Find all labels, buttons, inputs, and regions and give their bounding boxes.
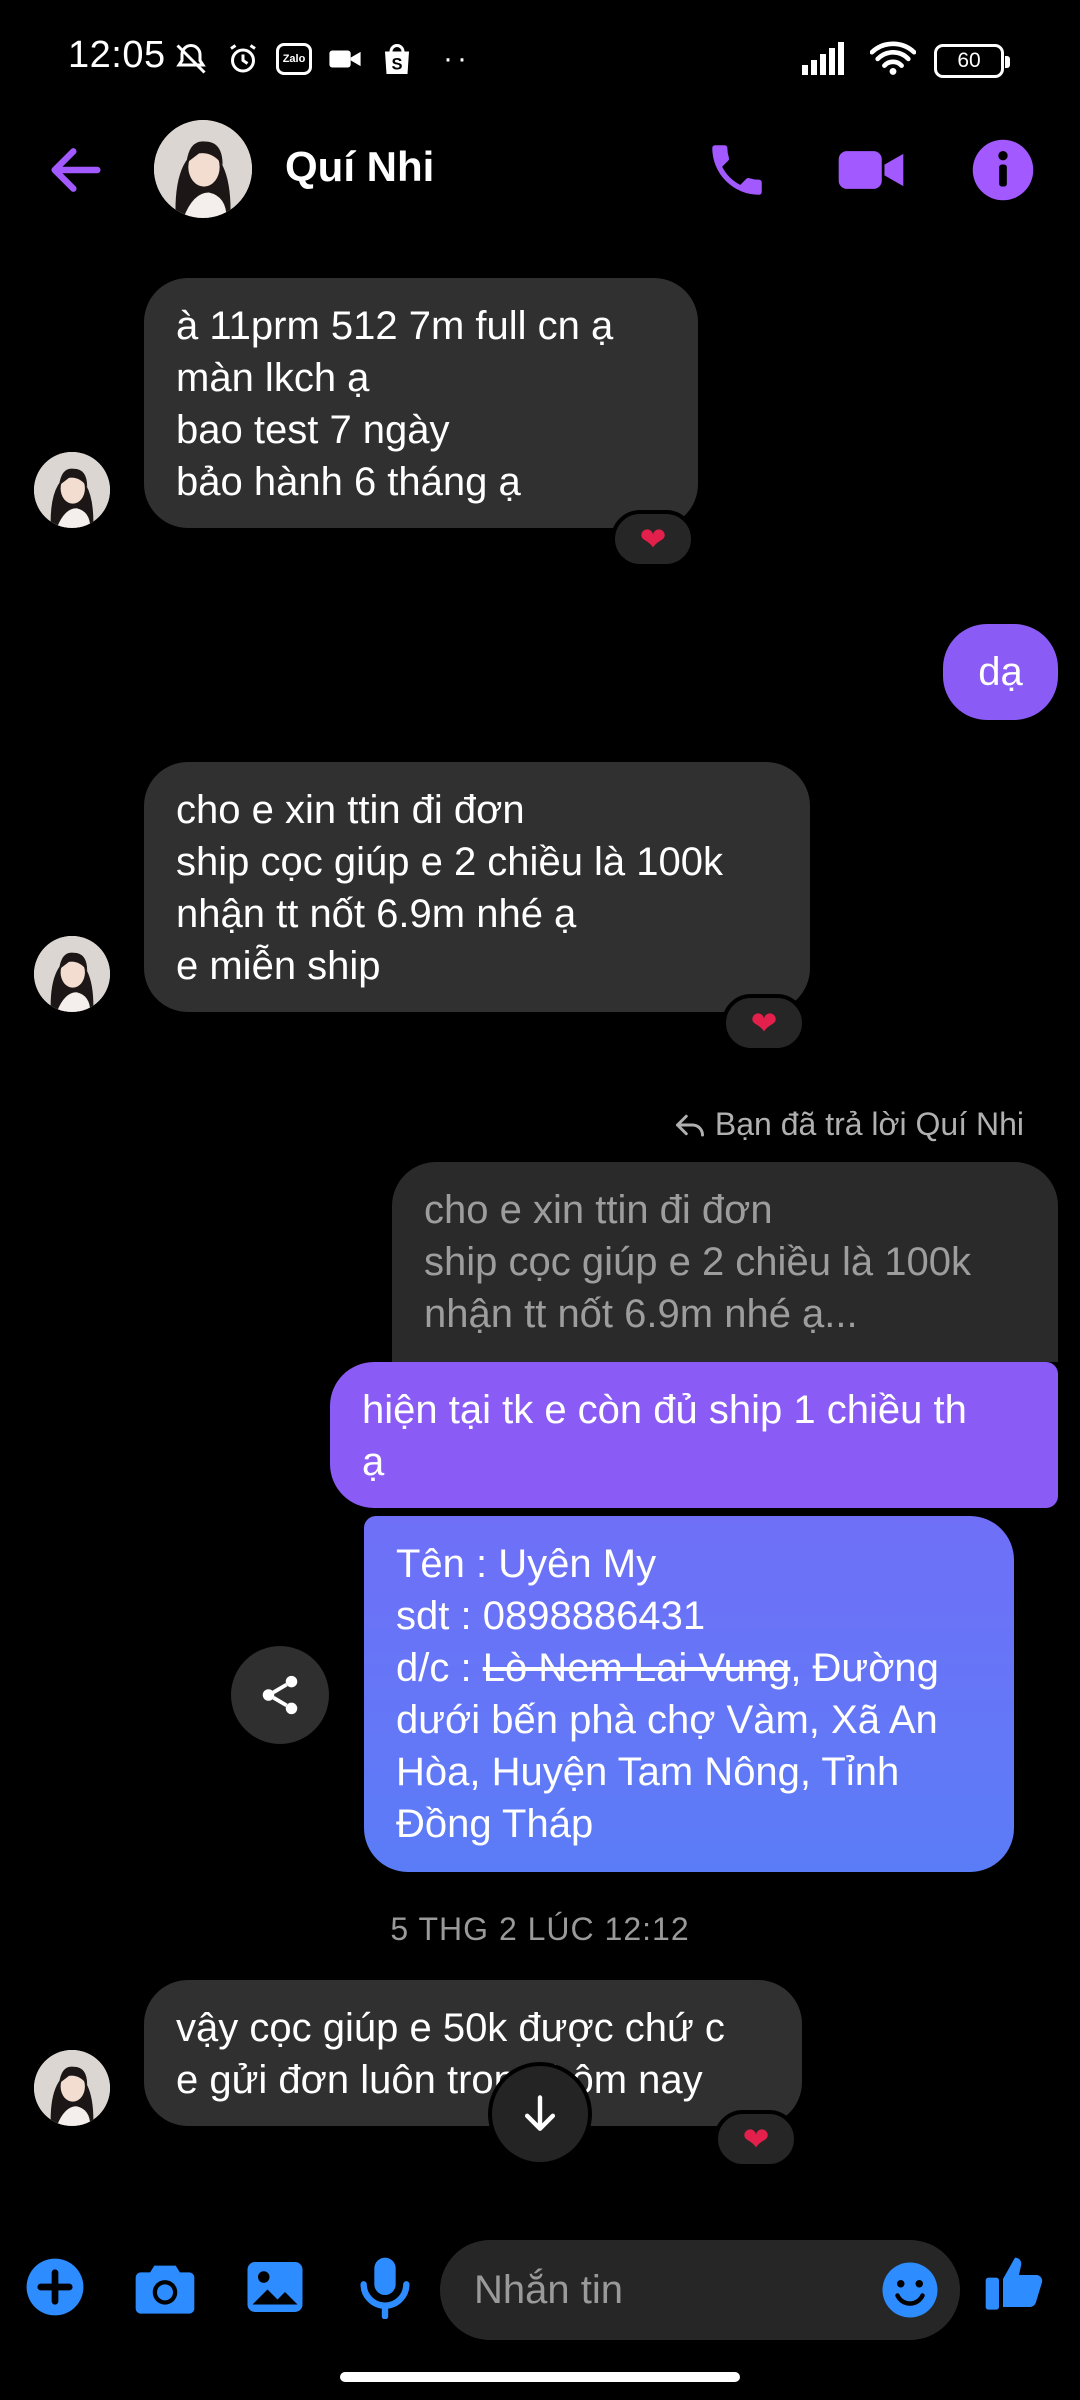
heart-icon: ❤ bbox=[742, 2121, 770, 2157]
sender-avatar[interactable] bbox=[34, 452, 110, 528]
microphone-icon bbox=[360, 2257, 410, 2319]
sender-avatar[interactable] bbox=[34, 936, 110, 1012]
zalo-icon: Zalo bbox=[276, 43, 312, 75]
outgoing-message[interactable]: hiện tại tk e còn đủ ship 1 chiều th ạ bbox=[330, 1362, 1058, 1508]
message-input[interactable] bbox=[474, 2240, 864, 2340]
camera-icon bbox=[135, 2265, 195, 2314]
info-icon bbox=[972, 139, 1034, 201]
home-indicator[interactable] bbox=[340, 2372, 740, 2382]
add-button[interactable] bbox=[22, 2254, 88, 2320]
more-notifications-icon: ·· bbox=[443, 42, 471, 75]
address-struck-text: Lò Nem Lai Vung bbox=[482, 1646, 791, 1690]
video-call-button[interactable] bbox=[836, 137, 904, 203]
shopee-icon: S bbox=[378, 40, 416, 78]
heart-icon: ❤ bbox=[639, 521, 667, 557]
plus-circle-icon bbox=[26, 2258, 84, 2316]
status-notification-icons: Zalo S ·· bbox=[172, 40, 476, 78]
heart-reaction[interactable]: ❤ bbox=[722, 994, 806, 1052]
quoted-message[interactable]: cho e xin ttin đi đơn ship cọc giúp e 2 … bbox=[392, 1162, 1058, 1362]
phone-icon bbox=[712, 145, 762, 195]
video-camera-icon bbox=[838, 151, 904, 189]
info-button[interactable] bbox=[970, 137, 1036, 203]
battery-indicator: 60 bbox=[934, 43, 1010, 78]
alarm-icon bbox=[224, 40, 262, 78]
incoming-message[interactable]: vậy cọc giúp e 50k được chứ c e gửi đơn … bbox=[144, 1980, 802, 2126]
contact-name[interactable]: Quí Nhi bbox=[285, 143, 434, 191]
heart-reaction[interactable]: ❤ bbox=[611, 510, 695, 568]
outgoing-message[interactable]: dạ bbox=[943, 624, 1058, 720]
thumbs-up-icon bbox=[985, 2257, 1043, 2310]
wifi-icon bbox=[869, 40, 917, 81]
share-icon bbox=[262, 1675, 298, 1715]
arrow-left-icon bbox=[51, 148, 101, 192]
status-time: 12:05 bbox=[68, 34, 166, 76]
message-input-container bbox=[440, 2240, 960, 2340]
contact-avatar[interactable] bbox=[154, 120, 252, 218]
address-prefix: d/c : bbox=[396, 1646, 483, 1690]
video-record-icon bbox=[326, 40, 364, 78]
heart-icon: ❤ bbox=[750, 1005, 778, 1041]
address-line-location: d/c : Lò Nem Lai Vung, Đường dưới bến ph… bbox=[396, 1642, 982, 1850]
like-button[interactable] bbox=[982, 2250, 1048, 2316]
back-button[interactable] bbox=[44, 138, 108, 202]
address-line-name: Tên : Uyên My bbox=[396, 1542, 657, 1586]
incoming-message[interactable]: cho e xin ttin đi đơn ship cọc giúp e 2 … bbox=[144, 762, 810, 1012]
mute-bell-icon bbox=[172, 40, 210, 78]
status-bar: 12:05 Zalo S ·· 60 bbox=[0, 0, 1080, 115]
share-button[interactable] bbox=[231, 1646, 329, 1744]
reply-indicator: Bạn đã trả lời Quí Nhi bbox=[675, 1106, 1024, 1143]
message-composer bbox=[0, 2220, 1080, 2350]
signal-icon bbox=[802, 41, 852, 80]
svg-text:S: S bbox=[391, 56, 402, 74]
sender-avatar[interactable] bbox=[34, 2050, 110, 2126]
camera-button[interactable] bbox=[132, 2254, 198, 2320]
message-timestamp: 5 THG 2 LÚC 12:12 bbox=[390, 1911, 690, 1947]
reply-label-text: Bạn đã trả lời Quí Nhi bbox=[714, 1106, 1024, 1142]
scroll-to-bottom-button[interactable] bbox=[492, 2066, 588, 2162]
outgoing-message[interactable]: Tên : Uyên My sdt : 0898886431 d/c : Lò … bbox=[364, 1516, 1014, 1872]
reply-icon bbox=[675, 1114, 704, 1136]
emoji-button[interactable] bbox=[880, 2260, 940, 2320]
voice-call-button[interactable] bbox=[704, 137, 770, 203]
address-line-phone: sdt : 0898886431 bbox=[396, 1594, 706, 1638]
status-system-icons: 60 bbox=[802, 40, 1010, 81]
arrow-down-icon bbox=[524, 2095, 556, 2131]
heart-reaction[interactable]: ❤ bbox=[714, 2110, 798, 2168]
gallery-button[interactable] bbox=[242, 2254, 308, 2320]
voice-message-button[interactable] bbox=[352, 2254, 418, 2320]
chat-header: Quí Nhi bbox=[0, 115, 1080, 225]
incoming-message[interactable]: à 11prm 512 7m full cn ạ màn lkch ạ bao … bbox=[144, 278, 698, 528]
smiley-icon bbox=[882, 2262, 938, 2318]
image-icon bbox=[247, 2262, 303, 2312]
